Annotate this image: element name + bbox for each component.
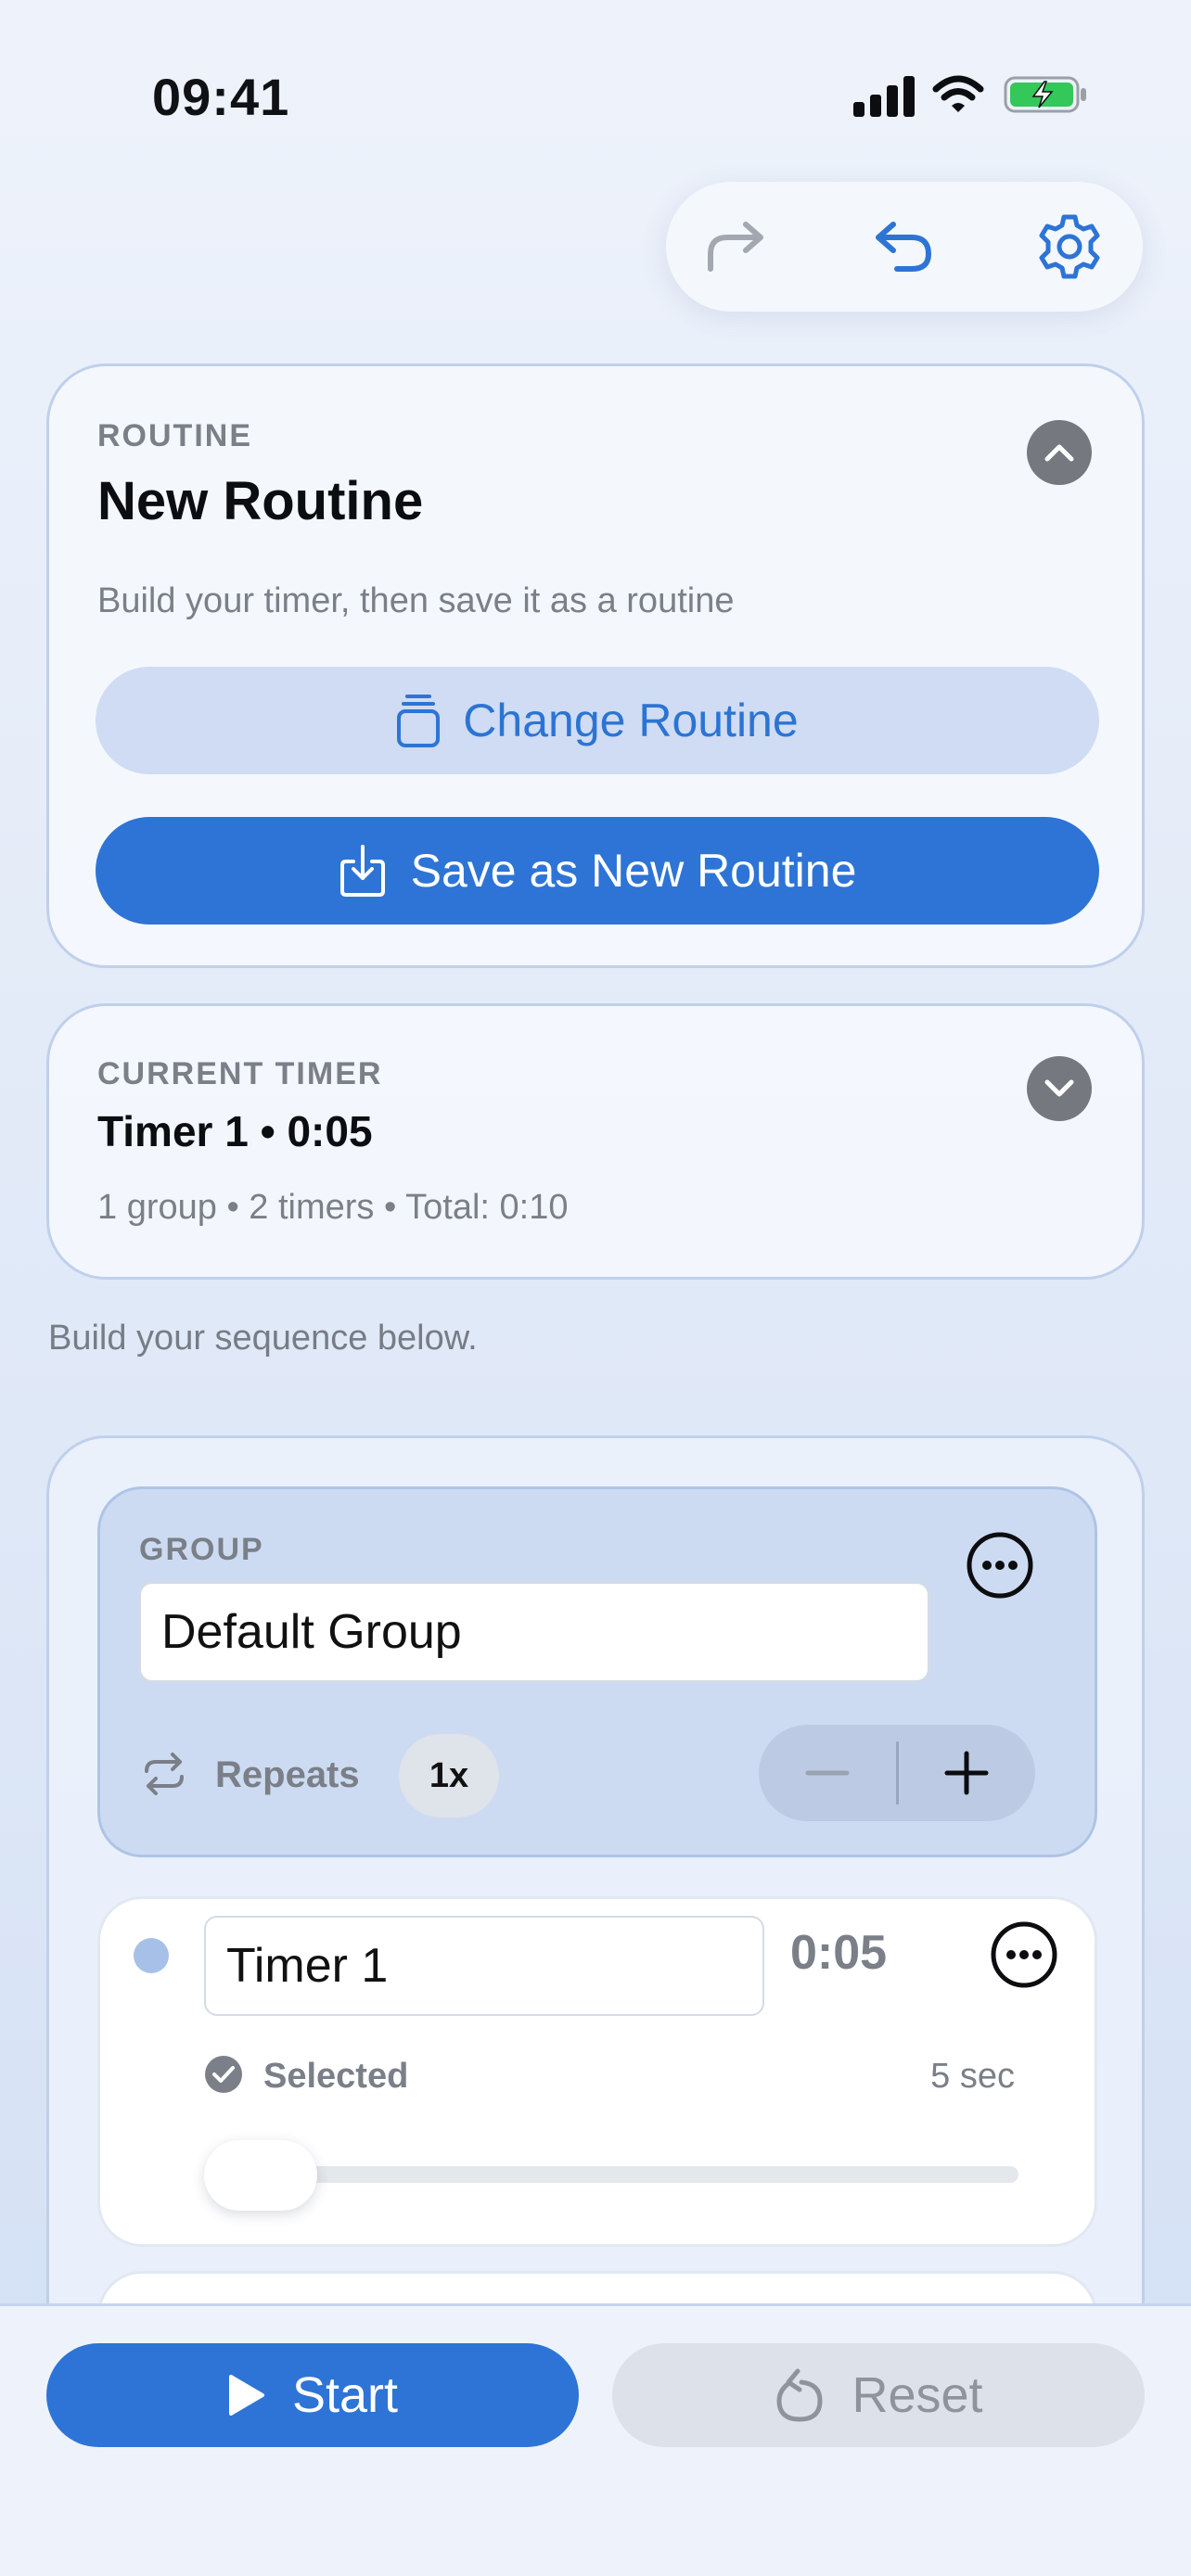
- change-routine-button[interactable]: Change Routine: [96, 667, 1099, 774]
- current-timer-title: Timer 1 • 0:05: [97, 1107, 373, 1155]
- collapse-routine-button[interactable]: [1027, 420, 1092, 485]
- undo-icon: [876, 222, 931, 272]
- reset-label: Reset: [852, 2367, 983, 2423]
- save-new-routine-button[interactable]: Save as New Routine: [96, 817, 1099, 925]
- group-section-label: GROUP: [139, 1532, 264, 1567]
- repeats-stepper: [759, 1725, 1035, 1821]
- duration-slider-thumb[interactable]: [204, 2140, 317, 2211]
- reset-icon: [776, 2368, 823, 2422]
- wifi-icon: [932, 75, 984, 112]
- stack-icon: [397, 695, 441, 747]
- download-icon: [339, 845, 385, 897]
- start-button[interactable]: Start: [46, 2343, 579, 2447]
- top-toolbar: [666, 182, 1143, 312]
- selected-label: Selected: [263, 2057, 409, 2096]
- repeat-icon: [145, 1753, 184, 1795]
- current-timer-section-label: CURRENT TIMER: [97, 1056, 383, 1091]
- status-time: 09:41: [152, 68, 290, 126]
- duration-slider-track[interactable]: [210, 2166, 1018, 2183]
- settings-button[interactable]: [1032, 210, 1107, 284]
- repeats-value-badge: 1x: [399, 1734, 499, 1817]
- group-name-input[interactable]: [139, 1582, 929, 1682]
- routine-title: New Routine: [97, 471, 424, 531]
- chevron-up-icon: [1044, 444, 1074, 462]
- redo-button[interactable]: [699, 210, 774, 284]
- gear-icon: [1039, 214, 1100, 279]
- timer-seconds-label: 5 sec: [930, 2057, 1015, 2096]
- reset-button[interactable]: Reset: [612, 2343, 1145, 2447]
- routine-card: ROUTINE New Routine Build your timer, th…: [46, 363, 1145, 968]
- routine-section-label: ROUTINE: [97, 418, 252, 453]
- chevron-down-icon: [1044, 1079, 1074, 1097]
- battery-charging-icon: [1004, 76, 1086, 113]
- change-routine-label: Change Routine: [463, 695, 799, 746]
- timer-color-dot: [134, 1938, 169, 1973]
- undo-button[interactable]: [865, 210, 940, 284]
- sequence-card: GROUP Repeats 1x: [46, 1435, 1145, 2381]
- expand-timer-button[interactable]: [1027, 1056, 1092, 1121]
- timer-duration: 0:05: [790, 1926, 888, 1980]
- sequence-hint: Build your sequence below.: [48, 1319, 478, 1358]
- plus-icon: [944, 1751, 989, 1795]
- minus-icon: [805, 1770, 850, 1776]
- checkmark-circle-icon: [205, 2056, 242, 2093]
- play-icon: [228, 2375, 264, 2416]
- current-timer-card: CURRENT TIMER Timer 1 • 0:05 1 group • 2…: [46, 1003, 1145, 1280]
- bottom-action-bar: Start Reset: [0, 2303, 1191, 2576]
- timer-more-icon[interactable]: [989, 1919, 1059, 1990]
- signal-icon: [853, 76, 915, 117]
- decrement-button[interactable]: [759, 1725, 896, 1821]
- increment-button[interactable]: [898, 1725, 1035, 1821]
- timer-item[interactable]: 0:05 Selected 5 sec: [97, 1896, 1097, 2247]
- repeats-label: Repeats: [215, 1754, 360, 1795]
- status-bar: 09:41: [0, 0, 1191, 185]
- redo-icon: [708, 222, 763, 272]
- group-card: GROUP Repeats 1x: [97, 1486, 1097, 1857]
- save-new-routine-label: Save as New Routine: [410, 845, 857, 897]
- timer-name-input[interactable]: [204, 1916, 764, 2016]
- current-timer-meta: 1 group • 2 timers • Total: 0:10: [97, 1188, 569, 1227]
- group-more-icon[interactable]: [965, 1530, 1035, 1600]
- start-label: Start: [291, 2367, 399, 2423]
- routine-subtitle: Build your timer, then save it as a rout…: [97, 581, 735, 620]
